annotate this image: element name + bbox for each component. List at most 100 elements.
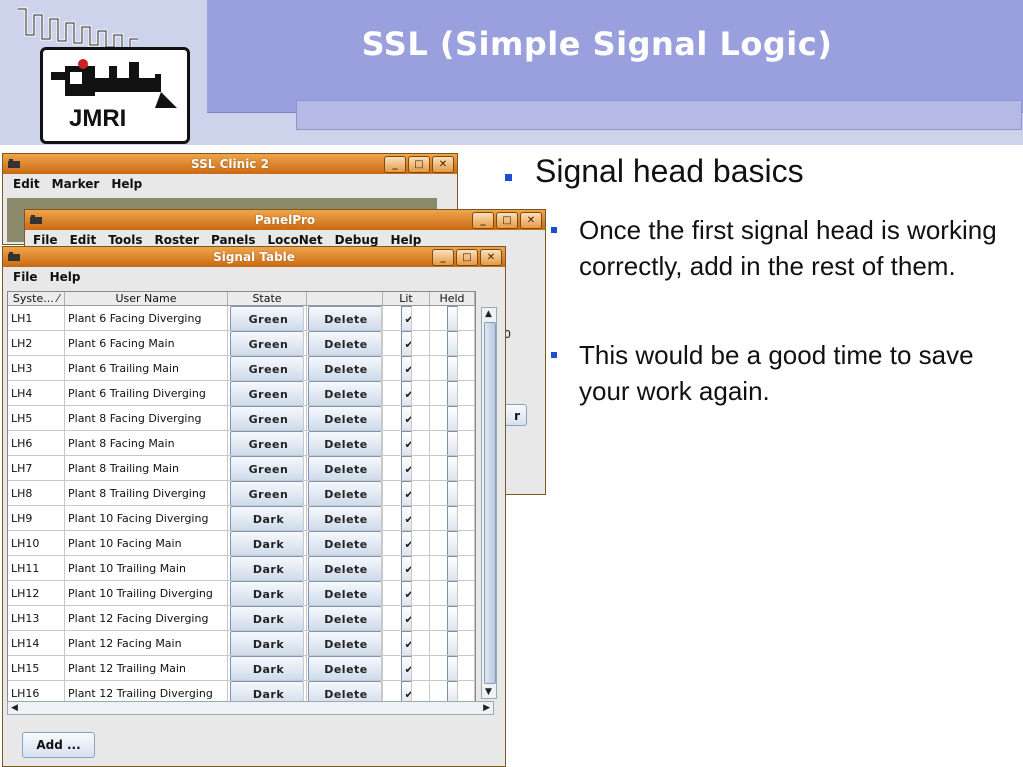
lit-checkbox[interactable]: ✔ [400,406,412,430]
delete-button[interactable]: Delete [307,381,382,405]
cell-user-name[interactable]: Plant 12 Facing Main [65,631,228,656]
state-button[interactable]: Green [230,456,304,480]
table-row[interactable]: LH15Plant 12 Trailing MainDarkDelete ✔ [8,656,475,681]
delete-button[interactable]: Delete [307,531,382,555]
held-checkbox[interactable] [446,481,458,505]
held-checkbox[interactable] [446,631,458,655]
lit-checkbox[interactable]: ✔ [400,531,412,555]
held-checkbox[interactable] [446,381,458,405]
menu-help[interactable]: Help [44,270,87,284]
delete-button[interactable]: Delete [307,406,382,430]
menu-help[interactable]: Help [384,233,427,247]
delete-button[interactable]: Delete [307,656,382,680]
close-icon[interactable]: ✕ [432,156,454,173]
held-checkbox[interactable] [446,356,458,380]
scroll-up-icon[interactable]: ▲ [485,309,492,319]
held-checkbox[interactable] [446,431,458,455]
state-button[interactable]: Dark [230,556,304,580]
held-checkbox[interactable] [446,606,458,630]
cell-user-name[interactable]: Plant 10 Facing Main [65,531,228,556]
scroll-thumb[interactable] [484,322,496,684]
menu-file[interactable]: File [27,233,64,247]
delete-button[interactable]: Delete [307,356,382,380]
menu-debug[interactable]: Debug [329,233,385,247]
table-row[interactable]: LH6Plant 8 Facing MainGreenDelete ✔ [8,431,475,456]
cell-user-name[interactable]: Plant 12 Trailing Main [65,656,228,681]
state-button[interactable]: Green [230,331,304,355]
menu-tools[interactable]: Tools [102,233,148,247]
lit-checkbox[interactable]: ✔ [400,581,412,605]
window-titlebar[interactable]: Signal Table _ □ ✕ [3,247,505,267]
menu-file[interactable]: File [7,270,44,284]
maximize-icon[interactable]: □ [456,249,478,266]
held-checkbox[interactable] [446,456,458,480]
close-icon[interactable]: ✕ [520,212,542,229]
vertical-scrollbar[interactable]: ▲ ▼ [481,307,497,699]
window-titlebar[interactable]: SSL Clinic 2 _ □ ✕ [3,154,457,174]
cell-user-name[interactable]: Plant 8 Facing Diverging [65,406,228,431]
state-button[interactable]: Dark [230,631,304,655]
delete-button[interactable]: Delete [307,631,382,655]
table-row[interactable]: LH13Plant 12 Facing DivergingDarkDelete ✔ [8,606,475,631]
maximize-icon[interactable]: □ [496,212,518,229]
table-row[interactable]: LH11Plant 10 Trailing MainDarkDelete ✔ [8,556,475,581]
state-button[interactable]: Green [230,406,304,430]
lit-checkbox[interactable]: ✔ [400,331,412,355]
col-action[interactable] [307,292,383,306]
lit-checkbox[interactable]: ✔ [400,481,412,505]
cell-user-name[interactable]: Plant 6 Trailing Diverging [65,381,228,406]
held-checkbox[interactable] [446,306,458,330]
cell-user-name[interactable]: Plant 10 Trailing Main [65,556,228,581]
minimize-icon[interactable]: _ [432,249,454,266]
table-row[interactable]: LH9Plant 10 Facing DivergingDarkDelete ✔ [8,506,475,531]
scroll-right-icon[interactable]: ▶ [483,703,490,713]
menu-panels[interactable]: Panels [205,233,262,247]
col-held[interactable]: Held [430,292,475,306]
window-titlebar[interactable]: PanelPro _ □ ✕ [25,210,545,230]
col-system[interactable]: Syste... ⁄ [8,292,65,306]
lit-checkbox[interactable]: ✔ [400,556,412,580]
delete-button[interactable]: Delete [307,456,382,480]
table-row[interactable]: LH14Plant 12 Facing MainDarkDelete ✔ [8,631,475,656]
cell-user-name[interactable]: Plant 8 Facing Main [65,431,228,456]
state-button[interactable]: Dark [230,656,304,680]
maximize-icon[interactable]: □ [408,156,430,173]
delete-button[interactable]: Delete [307,556,382,580]
lit-checkbox[interactable]: ✔ [400,656,412,680]
held-checkbox[interactable] [446,406,458,430]
add-button[interactable]: Add ... [22,732,95,758]
table-row[interactable]: LH5Plant 8 Facing DivergingGreenDelete ✔ [8,406,475,431]
cell-user-name[interactable]: Plant 8 Trailing Main [65,456,228,481]
lit-checkbox[interactable]: ✔ [400,431,412,455]
delete-button[interactable]: Delete [307,606,382,630]
cell-user-name[interactable]: Plant 10 Trailing Diverging [65,581,228,606]
table-row[interactable]: LH8 Plant 8 Trailing Diverging Green Delete… [8,481,475,506]
menu-roster[interactable]: Roster [149,233,205,247]
lit-checkbox[interactable]: ✔ [400,306,412,330]
state-button[interactable]: Green [230,306,304,330]
table-row[interactable]: LH4 Plant 6 Trailing Diverging Green Delete… [8,381,475,406]
horizontal-scrollbar[interactable]: ◀ ▶ [7,701,494,715]
col-state[interactable]: State [228,292,307,306]
table-row[interactable]: LH12 Plant 10 Trailing Diverging Dark Delet… [8,581,475,606]
table-row[interactable]: LH7Plant 8 Trailing MainGreenDelete ✔ [8,456,475,481]
held-checkbox[interactable] [446,506,458,530]
minimize-icon[interactable]: _ [384,156,406,173]
state-button[interactable]: Dark [230,531,304,555]
close-icon[interactable]: ✕ [480,249,502,266]
lit-checkbox[interactable]: ✔ [400,506,412,530]
lit-checkbox[interactable]: ✔ [400,456,412,480]
delete-button[interactable]: Delete [307,481,382,505]
cell-user-name[interactable]: Plant 10 Facing Diverging [65,506,228,531]
col-lit[interactable]: Lit [383,292,430,306]
cell-user-name[interactable]: Plant 12 Facing Diverging [65,606,228,631]
state-button[interactable]: Green [230,431,304,455]
state-button[interactable]: Dark [230,606,304,630]
menu-edit[interactable]: Edit [7,177,46,191]
delete-button[interactable]: Delete [307,306,382,330]
delete-button[interactable]: Delete [307,331,382,355]
lit-checkbox[interactable]: ✔ [400,631,412,655]
held-checkbox[interactable] [446,656,458,680]
lit-checkbox[interactable]: ✔ [400,606,412,630]
held-checkbox[interactable] [446,581,458,605]
